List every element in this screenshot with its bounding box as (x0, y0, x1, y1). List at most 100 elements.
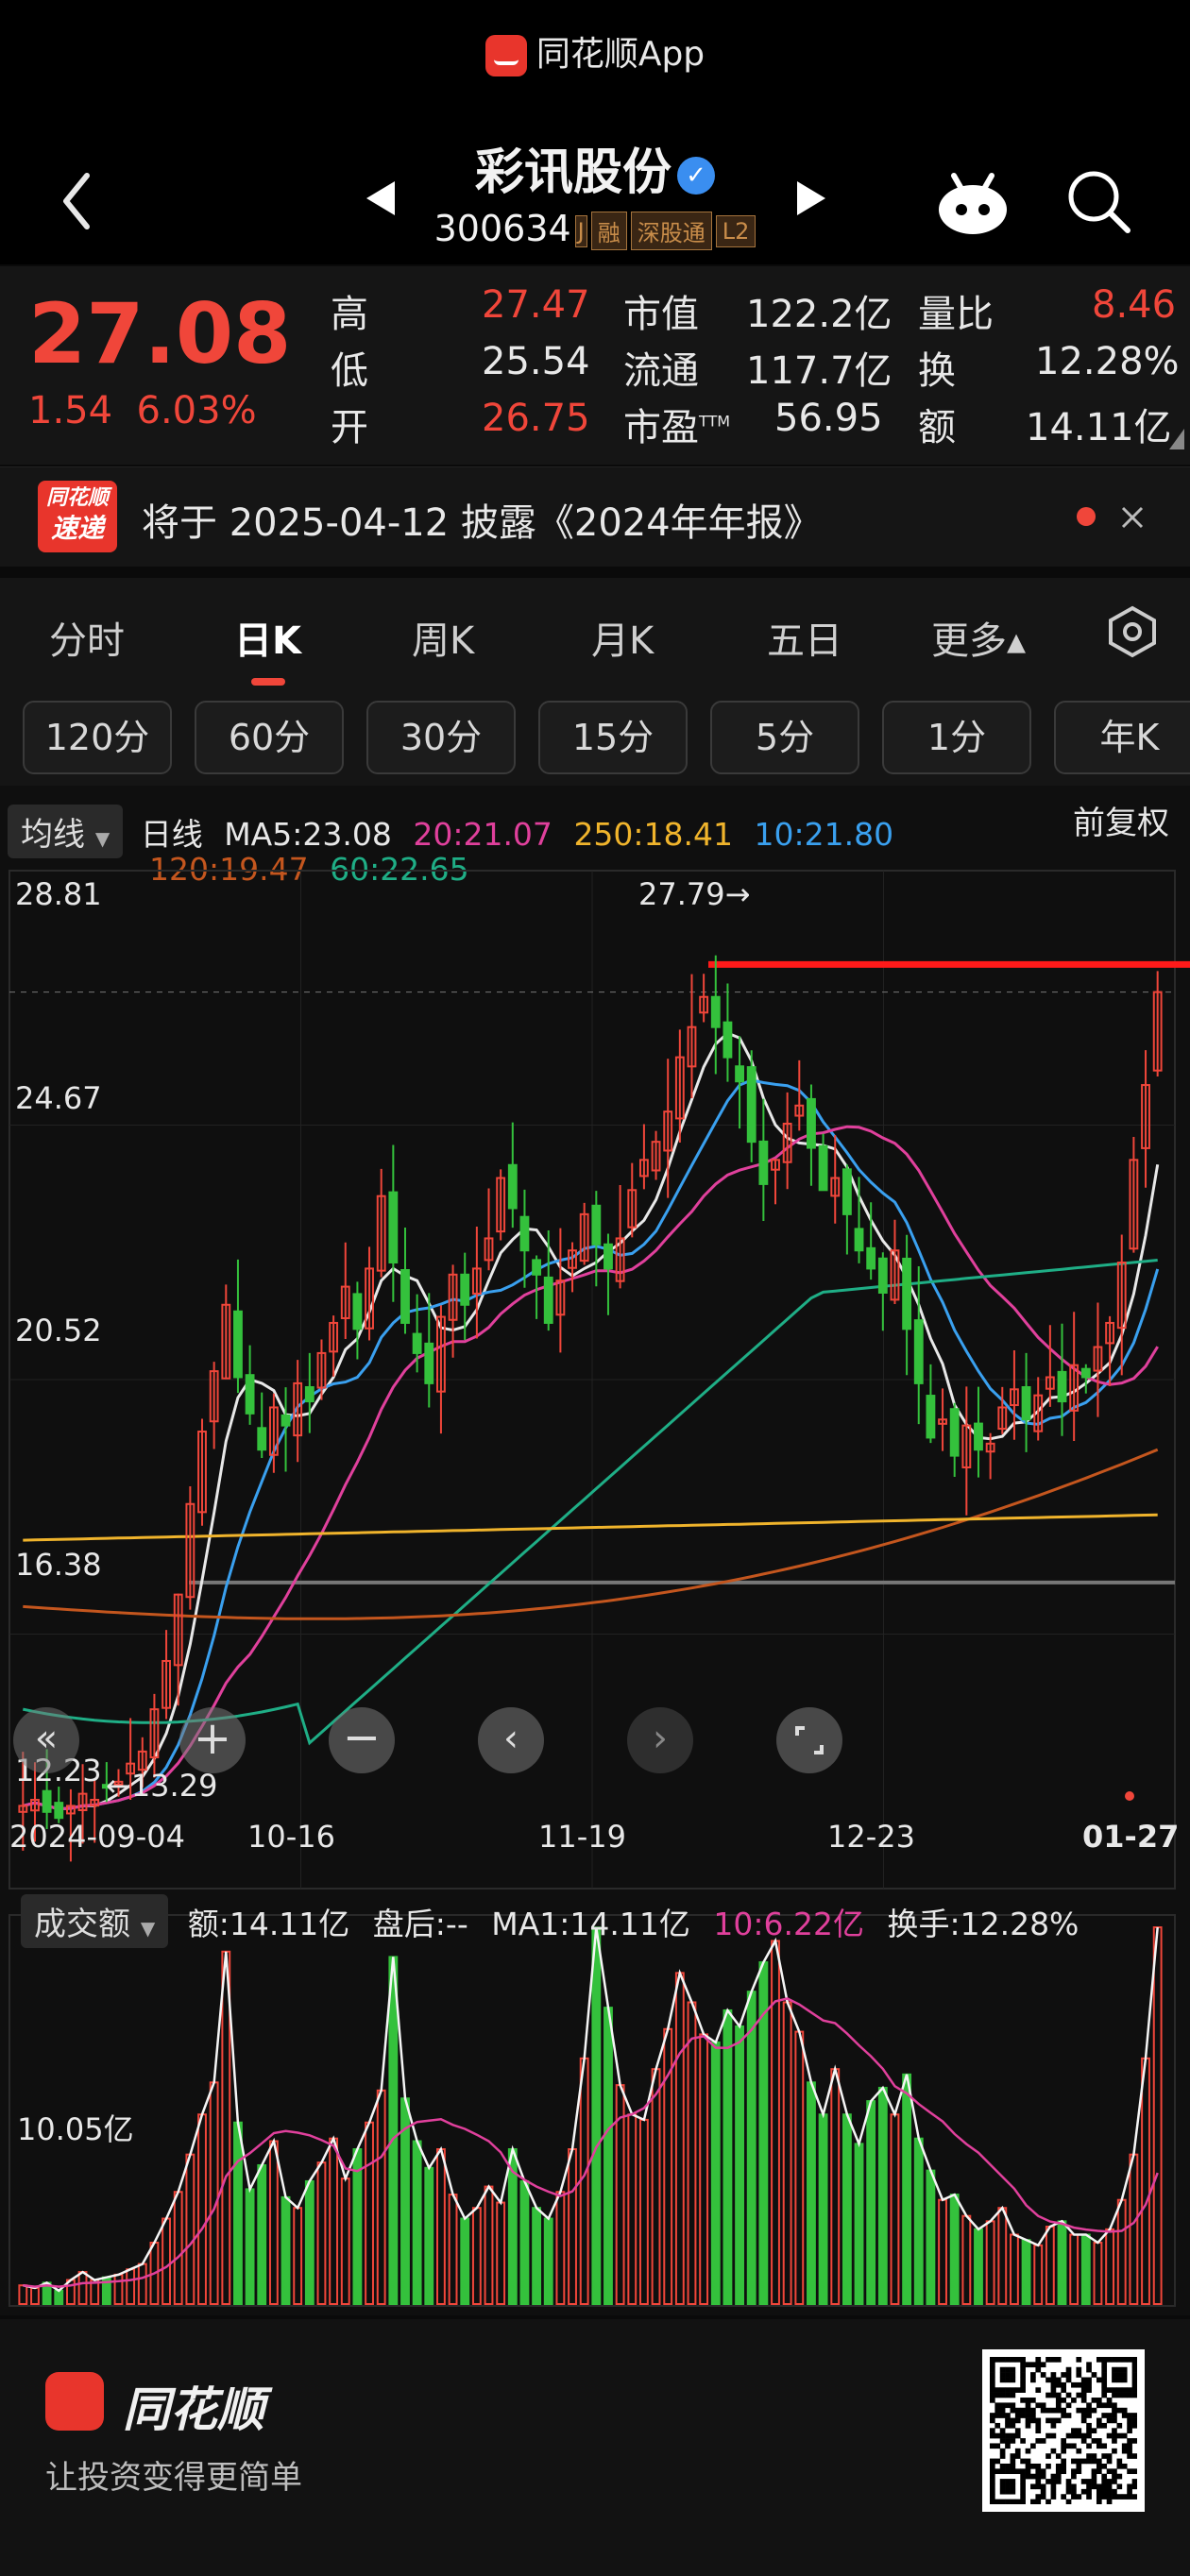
qr-module (1050, 2473, 1057, 2480)
btn-120min[interactable]: 120分 (23, 701, 172, 774)
volume-amount: 额:14.11亿 (187, 1906, 350, 1942)
qr-module (1127, 2392, 1132, 2398)
low-label: 低 (331, 349, 368, 393)
qr-module (1086, 2387, 1092, 2393)
qr-module (1096, 2494, 1102, 2500)
qr-module (1101, 2362, 1108, 2368)
tab-five-day[interactable]: 五日 (767, 610, 842, 665)
qr-module (990, 2377, 995, 2383)
qr-module (1040, 2494, 1046, 2500)
qr-module (1005, 2499, 1011, 2505)
tab-monthly-k[interactable]: 月K (591, 610, 654, 665)
qr-module (1035, 2402, 1042, 2409)
qr-module (999, 2372, 1006, 2378)
candle-body (507, 1163, 518, 1210)
qr-module (1106, 2417, 1113, 2424)
volume-bar (913, 2137, 924, 2306)
fullscreen-icon[interactable] (776, 1707, 842, 1773)
adjust-mode[interactable]: 前复权 (1073, 797, 1169, 843)
ma-selector[interactable]: 均线 ▼ (8, 805, 124, 858)
scroll-left-icon[interactable]: « (13, 1707, 79, 1773)
volume-selector[interactable]: 成交额 ▼ (21, 1894, 169, 1948)
btn-1min[interactable]: 1分 (882, 701, 1031, 774)
qr-module (1040, 2438, 1046, 2444)
qr-module (1086, 2377, 1092, 2383)
btn-60min[interactable]: 60分 (195, 701, 344, 774)
qr-module (1091, 2398, 1097, 2403)
qr-module (1106, 2468, 1113, 2475)
ma60-line (22, 1259, 1158, 1746)
qr-module (999, 2432, 1006, 2439)
qr-module (1005, 2488, 1011, 2495)
qr-module (1065, 2402, 1072, 2409)
qr-module (1131, 2366, 1138, 2373)
robot-assistant-icon[interactable] (935, 166, 1011, 236)
btn-30min[interactable]: 30分 (366, 701, 516, 774)
qr-module (1025, 2468, 1031, 2475)
announcement-bar[interactable]: 同花顺 速递 将于 2025-04-12 披露《2024年年报》 (0, 466, 1190, 567)
volume-bar (460, 2217, 470, 2305)
qr-module (1116, 2483, 1123, 2490)
volume-bar (890, 2113, 900, 2305)
qr-module (1131, 2417, 1138, 2424)
qr-module (1096, 2417, 1102, 2424)
tab-more[interactable]: 更多▴ (931, 610, 1026, 665)
qr-module (1127, 2453, 1132, 2459)
btn-15min[interactable]: 15分 (538, 701, 688, 774)
pan-left-icon[interactable]: ‹ (478, 1707, 544, 1773)
btn-year-k[interactable]: 年K (1054, 701, 1190, 774)
qr-module (1035, 2499, 1042, 2505)
volume-bar (1152, 1926, 1163, 2305)
settings-hex-icon[interactable] (1105, 604, 1160, 659)
qr-module (1030, 2417, 1036, 2424)
zoom-out-icon[interactable]: − (329, 1707, 395, 1773)
tab-daily-k[interactable]: 日K (234, 610, 301, 665)
app-banner[interactable]: 同花顺App (0, 26, 1190, 76)
qr-module (1005, 2387, 1011, 2393)
zoom-in-icon[interactable]: + (179, 1707, 246, 1773)
expand-corner-icon[interactable] (1167, 427, 1186, 451)
qr-module (1121, 2413, 1128, 2418)
search-icon[interactable] (1063, 166, 1133, 236)
qr-module (1106, 2494, 1113, 2500)
qr-module (1030, 2413, 1036, 2418)
qr-module (1010, 2468, 1016, 2475)
qr-module (1014, 2417, 1021, 2424)
qr-module (1091, 2473, 1097, 2480)
btn-5min[interactable]: 5分 (710, 701, 859, 774)
volume-bar (519, 2179, 530, 2305)
qr-module (1076, 2463, 1082, 2469)
qr-module (1065, 2377, 1072, 2383)
volume-bar (1033, 2244, 1044, 2305)
open-value: 26.75 (482, 397, 590, 440)
qr-module (1046, 2392, 1051, 2398)
volume-bar (985, 2220, 995, 2306)
qr-module (990, 2468, 995, 2475)
qr-module (1080, 2398, 1087, 2403)
candle-body (304, 1385, 314, 1403)
qr-module (1080, 2387, 1087, 2393)
qr-module (1046, 2377, 1051, 2383)
volume-bar (54, 2289, 64, 2305)
volume-bar (794, 2030, 805, 2305)
qr-module (1020, 2468, 1026, 2475)
qr-module (1116, 2458, 1123, 2465)
pan-right-icon[interactable]: › (627, 1707, 693, 1773)
ma5-value: MA5:23.08 (224, 816, 392, 853)
date-axis-start: 2024-09-04 (9, 1819, 185, 1855)
close-icon[interactable] (1118, 503, 1147, 532)
volume-bar (902, 2073, 912, 2306)
qr-module (1025, 2422, 1031, 2429)
qr-module (990, 2381, 995, 2388)
volume-bar (77, 2271, 88, 2306)
volume-bar (651, 2068, 661, 2305)
qr-module (1010, 2402, 1016, 2409)
volume-bar (448, 2194, 458, 2306)
qr-module (1091, 2458, 1097, 2465)
volume-axis-label: 10.05亿 (17, 2111, 134, 2147)
tab-weekly-k[interactable]: 周K (412, 610, 474, 665)
qr-module (1035, 2468, 1042, 2475)
tab-intraday[interactable]: 分时 (49, 610, 125, 665)
qr-module (1096, 2438, 1102, 2444)
qr-module (1025, 2402, 1031, 2409)
